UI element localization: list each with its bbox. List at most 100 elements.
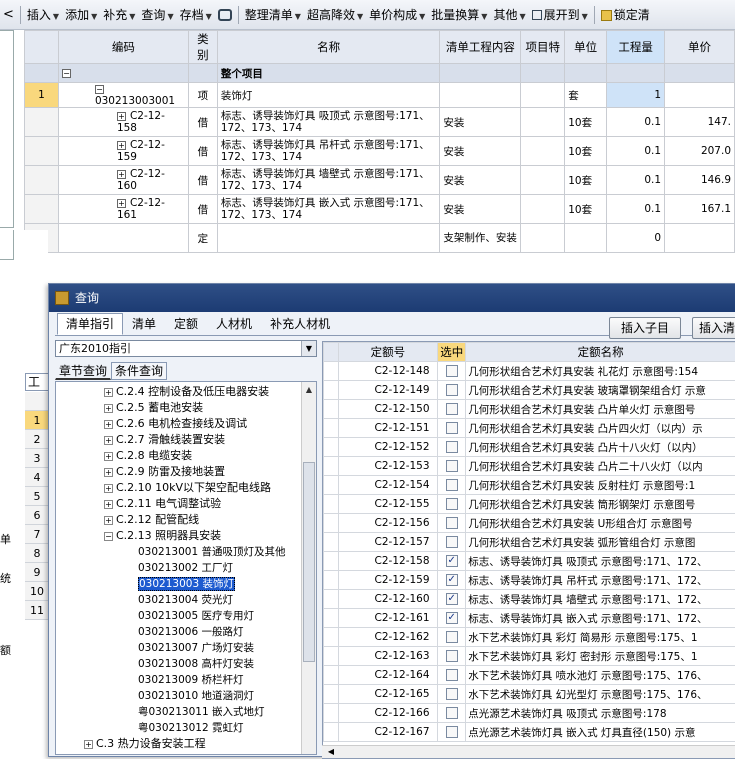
row-number[interactable]: 5	[25, 487, 49, 506]
col-qty[interactable]: 工程量	[607, 31, 665, 64]
quota-row[interactable]: C2-12-154几何形状组合艺术灯具安装 反射柱灯 示意图号:1	[324, 476, 735, 495]
collapse-icon[interactable]: −	[62, 69, 71, 78]
table-row[interactable]: 1 −030213003001 项 装饰灯 套 1	[25, 83, 735, 108]
lock-button[interactable]: 锁定清	[598, 4, 653, 26]
checkbox[interactable]	[446, 403, 458, 415]
row-number[interactable]: 9	[25, 563, 49, 582]
col-quota-code[interactable]: 定额号	[338, 343, 438, 362]
row-number[interactable]: 11	[25, 601, 49, 620]
other-menu[interactable]: 其他▼	[490, 4, 528, 26]
tab-list[interactable]: 清单	[123, 313, 165, 335]
unit-price-menu[interactable]: 单价构成▼	[366, 4, 428, 26]
tree-node[interactable]: 030213004 荧光灯	[138, 592, 233, 608]
insert-menu[interactable]: 插入▼	[24, 4, 62, 26]
expand-icon[interactable]: +	[104, 388, 113, 397]
archive-menu[interactable]: 存档▼	[177, 4, 215, 26]
quota-row[interactable]: C2-12-160✓标志、诱导装饰灯具 墙壁式 示意图号:171、172、	[324, 590, 735, 609]
tab-condition-query[interactable]: 条件查询	[111, 362, 167, 380]
tree-node[interactable]: 030213002 工厂灯	[138, 560, 233, 576]
row-number[interactable]: 3	[25, 449, 49, 468]
row-number[interactable]: 6	[25, 506, 49, 525]
checkbox[interactable]	[446, 479, 458, 491]
expand-icon[interactable]: +	[104, 500, 113, 509]
tree-node[interactable]: +C.2.12 配管配线	[104, 512, 199, 528]
tree-node[interactable]: 030213010 地道涵洞灯	[138, 688, 254, 704]
collapse-icon[interactable]: −	[104, 532, 113, 541]
tree-node[interactable]: 粤030213012 霓虹灯	[138, 720, 243, 736]
col-unit[interactable]: 单位	[565, 31, 607, 64]
expand-icon[interactable]: +	[104, 468, 113, 477]
tree-node[interactable]: 030213008 高杆灯安装	[138, 656, 254, 672]
tree-node[interactable]: 030213003 装饰灯	[138, 576, 235, 592]
checkbox[interactable]	[446, 688, 458, 700]
checkbox[interactable]	[446, 726, 458, 738]
col-content[interactable]: 清单工程内容	[440, 31, 521, 64]
tree-node[interactable]: +C.2.11 电气调整试验	[104, 496, 221, 512]
tree-node[interactable]: 030213005 医疗专用灯	[138, 608, 254, 624]
col-quota-name[interactable]: 定额名称	[466, 343, 735, 362]
quota-row[interactable]: C2-12-159✓标志、诱导装饰灯具 吊杆式 示意图号:171、172、	[324, 571, 735, 590]
col-feature[interactable]: 项目特	[521, 31, 565, 64]
tree-node[interactable]: 030213007 广场灯安装	[138, 640, 254, 656]
tree-node[interactable]: 030213006 一般路灯	[138, 624, 243, 640]
batch-convert-menu[interactable]: 批量换算▼	[428, 4, 490, 26]
row-number[interactable]: 8	[25, 544, 49, 563]
binoculars-icon[interactable]	[215, 4, 235, 26]
table-row[interactable]: +C2-12-158 借 标志、诱导装饰灯具 吸顶式 示意图号:171、172、…	[25, 108, 735, 137]
toolbar-back-arrow[interactable]: <	[0, 4, 17, 26]
row-number[interactable]: 4	[25, 468, 49, 487]
expand-icon[interactable]: +	[104, 404, 113, 413]
checkbox-checked[interactable]: ✓	[446, 574, 458, 586]
quota-row[interactable]: C2-12-164水下艺术装饰灯具 喷水池灯 示意图号:175、176、	[324, 666, 735, 685]
tree-node[interactable]: +C.2.7 滑触线装置安装	[104, 432, 225, 448]
quota-row[interactable]: C2-12-151几何形状组合艺术灯具安装 凸片四火灯（以内）示	[324, 419, 735, 438]
supplement-menu[interactable]: 补充▼	[100, 4, 138, 26]
dialog-titlebar[interactable]: 查询	[49, 284, 735, 312]
tree-node[interactable]: +C.2.10 10kV以下架空配电线路	[104, 480, 271, 496]
checkbox[interactable]	[446, 650, 458, 662]
checkbox-checked[interactable]: ✓	[446, 555, 458, 567]
quota-row[interactable]: C2-12-158✓标志、诱导装饰灯具 吸顶式 示意图号:171、172、	[324, 552, 735, 571]
quota-row[interactable]: C2-12-150几何形状组合艺术灯具安装 凸片单火灯 示意图号	[324, 400, 735, 419]
tree-scrollbar[interactable]: ▲	[301, 382, 316, 754]
checkbox[interactable]	[446, 365, 458, 377]
expand-icon[interactable]: +	[104, 516, 113, 525]
query-menu[interactable]: 查询▼	[138, 4, 176, 26]
expand-icon[interactable]: +	[104, 436, 113, 445]
checkbox[interactable]	[446, 669, 458, 681]
insert-list-button[interactable]: 插入清	[692, 317, 735, 339]
tree-node[interactable]: +C.2.8 电缆安装	[104, 448, 192, 464]
tree-node[interactable]: −C.2.13 照明器具安装	[104, 528, 221, 544]
checkbox[interactable]	[446, 422, 458, 434]
horizontal-scrollbar[interactable]: ◀	[322, 745, 735, 758]
row-number[interactable]: 1	[25, 411, 49, 430]
checkbox[interactable]	[446, 517, 458, 529]
col-type[interactable]: 类别	[188, 31, 217, 64]
tree-node[interactable]: 粤030213011 嵌入式地灯	[138, 704, 264, 720]
tree-node[interactable]: +C.2.6 电机检查接线及调试	[104, 416, 247, 432]
checkbox[interactable]	[446, 384, 458, 396]
guide-select[interactable]: 广东2010指引 ▼	[55, 340, 317, 357]
checkbox[interactable]	[446, 441, 458, 453]
quota-row[interactable]: C2-12-155几何形状组合艺术灯具安装 筒形钢架灯 示意图号	[324, 495, 735, 514]
organize-list-menu[interactable]: 整理清单▼	[242, 4, 304, 26]
quota-row[interactable]: C2-12-167点光源艺术装饰灯具 嵌入式 灯具直径(150) 示意	[324, 723, 735, 742]
checkbox[interactable]	[446, 631, 458, 643]
col-code[interactable]: 编码	[58, 31, 188, 64]
expand-icon[interactable]: +	[84, 740, 93, 749]
table-row[interactable]: +C2-12-161 借 标志、诱导装饰灯具 嵌入式 示意图号:171、172、…	[25, 195, 735, 224]
group-row[interactable]: − 整个项目	[25, 64, 735, 83]
outer-tab[interactable]: 工料	[25, 373, 49, 391]
over-height-menu[interactable]: 超高降效▼	[304, 4, 366, 26]
checkbox[interactable]	[446, 536, 458, 548]
row-number[interactable]: 1	[25, 83, 59, 108]
quota-row[interactable]: C2-12-149几何形状组合艺术灯具安装 玻璃罩钢架组合灯 示意	[324, 381, 735, 400]
expand-to-menu[interactable]: 展开到▼	[529, 4, 591, 26]
checkbox[interactable]	[446, 707, 458, 719]
expand-icon[interactable]: +	[104, 420, 113, 429]
quota-row[interactable]: C2-12-161✓标志、诱导装饰灯具 嵌入式 示意图号:171、172、	[324, 609, 735, 628]
tree-node[interactable]: +C.2.4 控制设备及低压电器安装	[104, 384, 269, 400]
row-qty[interactable]: 1	[607, 83, 665, 108]
tree-node[interactable]: 030213009 桥栏杆灯	[138, 672, 243, 688]
quota-row[interactable]: C2-12-148几何形状组合艺术灯具安装 礼花灯 示意图号:154	[324, 362, 735, 381]
